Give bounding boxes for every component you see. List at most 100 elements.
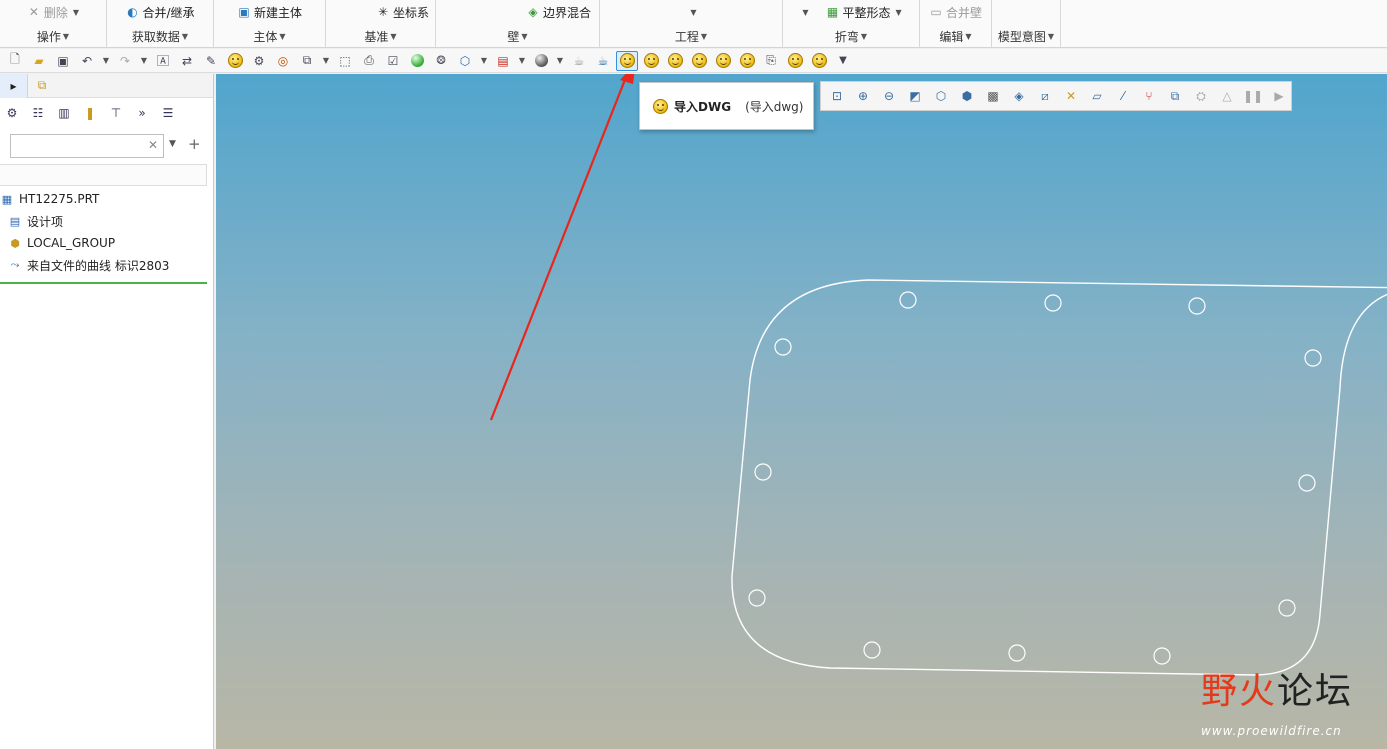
saved-views-button[interactable]: ⬢ [955, 84, 979, 108]
ribbon-group-label-datum[interactable]: 基准 ▼ [326, 26, 435, 46]
tree-search-input[interactable] [11, 135, 141, 157]
tool-teapot-blue[interactable]: ☕ [592, 51, 614, 71]
perspective-button[interactable]: ◈ [1007, 84, 1031, 108]
cube-dropdown[interactable]: ▼ [478, 51, 490, 71]
graphics-window[interactable]: ⊡ ⊕ ⊖ ◩ ⬡ ⬢ ▩ ◈ ⧄ ✕ ▱ ⁄ ⑂ ⧉ ⛭ △ ❚❚ ▶ [216, 74, 1387, 749]
custom-tool-8[interactable] [808, 51, 830, 71]
tool-gears[interactable]: ⚙ [248, 51, 270, 71]
more-button[interactable]: » [132, 103, 152, 123]
custom-tool-5[interactable] [712, 51, 734, 71]
redo-dropdown[interactable]: ▼ [138, 51, 150, 71]
smiley-icon [811, 53, 827, 68]
tab-model-tree[interactable]: ▸ [0, 73, 28, 98]
refit-button[interactable]: ⊡ [825, 84, 849, 108]
tool-layers[interactable]: ⬚ [334, 51, 356, 71]
datum-display-button[interactable]: ✕ [1059, 84, 1083, 108]
tool-cube[interactable]: ⬡ [454, 51, 476, 71]
tool-pdf[interactable]: ▤ [492, 51, 514, 71]
add-filter-button[interactable]: + [188, 135, 201, 153]
filter-button[interactable]: ⊤ [106, 103, 126, 123]
tree-item-curve-from-file[interactable]: ⤳ 来自文件的曲线 标识2803 [0, 254, 212, 276]
merge-walls-button[interactable]: ▭ 合并壁 [920, 0, 991, 24]
undo-button[interactable]: ↶ [76, 51, 98, 71]
section-button[interactable]: ⧄ [1033, 84, 1057, 108]
import-dwg-button[interactable] [616, 50, 638, 71]
ribbon-group-label-operations[interactable]: 操作 ▼ [0, 26, 106, 46]
custom-tool-2[interactable] [640, 51, 662, 71]
merge-inherit-button[interactable]: ◐ 合并/继承 [107, 0, 213, 24]
tool-teapot-gray[interactable]: ☕ [568, 51, 590, 71]
sketch-button[interactable]: ✎ [200, 51, 222, 71]
engineering-dropdown[interactable]: ▼ [600, 0, 782, 24]
pause-button[interactable]: ❚❚ [1241, 84, 1265, 108]
tool-target[interactable]: ◎ [272, 51, 294, 71]
windows-icon: ⧉ [302, 53, 312, 67]
coordinate-system-button[interactable]: ✳ 坐标系 [326, 0, 435, 24]
sphere-dropdown[interactable]: ▼ [554, 51, 566, 71]
redo-button[interactable]: ↷ [114, 51, 136, 71]
spin-center-button[interactable]: ⛭ [1189, 84, 1213, 108]
tool-check[interactable]: ☑ [382, 51, 404, 71]
tool-windows[interactable]: ⧉ [296, 51, 318, 71]
tree-item-part[interactable]: ▦ HT12275.PRT [0, 188, 212, 210]
windows-dropdown[interactable]: ▼ [320, 51, 332, 71]
new-file-button[interactable]: 🗋 [4, 51, 26, 71]
display-style-button[interactable]: ⬡ [929, 84, 953, 108]
point-display-button[interactable]: ⁄ [1111, 84, 1135, 108]
link-icon: ⨷ [436, 53, 446, 67]
ribbon-group-label-model-intent[interactable]: 模型意图 ▼ [992, 26, 1060, 46]
custom-tool-7[interactable] [784, 51, 806, 71]
hole-circle [1298, 474, 1316, 492]
ribbon-group-label-body[interactable]: 主体 ▼ [214, 26, 325, 46]
tree-icon: ▸ [10, 78, 17, 93]
ribbon-group-label-wall[interactable]: 壁 ▼ [436, 26, 599, 46]
tree-columns-button[interactable]: ☷ [28, 103, 48, 123]
insert-here-indicator[interactable] [0, 282, 207, 284]
tab-layers[interactable]: ⧉ [28, 74, 56, 98]
search-dropdown[interactable]: ▼ [169, 139, 176, 149]
zoom-out-button[interactable]: ⊖ [877, 84, 901, 108]
custom-tool-1[interactable] [224, 51, 246, 71]
settings-button[interactable]: ⚙ [2, 103, 22, 123]
pdf-dropdown[interactable]: ▼ [516, 51, 528, 71]
ribbon-group-label-engineering[interactable]: 工程 ▼ [600, 26, 782, 46]
tool-link[interactable]: ⨷ [430, 51, 452, 71]
ribbon-group-label-get-data[interactable]: 获取数据 ▼ [107, 26, 213, 46]
tool-green-ball[interactable] [406, 51, 428, 71]
regenerate-button[interactable]: ⇄ [176, 51, 198, 71]
tree-columns-icon: ☷ [32, 106, 44, 120]
custom-tool-4[interactable] [688, 51, 710, 71]
custom-tool-3[interactable] [664, 51, 686, 71]
delete-button[interactable]: ✕ 删除 ▼ [0, 0, 106, 24]
tool-export[interactable]: ⎘ [760, 51, 782, 71]
flat-state-button[interactable]: ▼ ▦ 平整形态 ▼ [783, 0, 919, 24]
annotation-display-icon: ⧉ [1170, 88, 1180, 103]
tool-sphere[interactable] [530, 51, 552, 71]
clear-icon[interactable]: ✕ [148, 138, 158, 152]
new-body-button[interactable]: ▣ 新建主体 [214, 0, 325, 24]
tree-table-button[interactable]: ▥ [54, 103, 74, 123]
tool-print[interactable]: ⎙ [358, 51, 380, 71]
repaint-button[interactable]: ◩ [903, 84, 927, 108]
annotation-display-button[interactable]: ⧉ [1163, 84, 1187, 108]
csys-display-button[interactable]: ⑂ [1137, 84, 1161, 108]
plane-display-button[interactable]: ▱ [1085, 84, 1109, 108]
tree-item-local-group[interactable]: ⬢ LOCAL_GROUP [0, 232, 212, 254]
custom-tool-6[interactable] [736, 51, 758, 71]
open-button[interactable]: ▰ [28, 51, 50, 71]
ribbon-group-label-bend[interactable]: 折弯 ▼ [783, 26, 919, 46]
zoom-in-button[interactable]: ⊕ [851, 84, 875, 108]
list-button[interactable]: ☰ [158, 103, 178, 123]
customize-toolbar-button[interactable]: ▼ [832, 51, 854, 71]
boundary-blend-button[interactable]: ◈ 边界混合 [436, 0, 599, 24]
view-manager-button[interactable]: ▩ [981, 84, 1005, 108]
annotation-button[interactable]: 🄰 [152, 51, 174, 71]
undo-dropdown[interactable]: ▼ [100, 51, 112, 71]
show-button[interactable]: ❚ [80, 103, 100, 123]
appearance-button[interactable]: △ [1215, 84, 1239, 108]
save-button[interactable]: ▣ [52, 51, 74, 71]
tree-item-design-items[interactable]: ▤ 设计项 [0, 210, 212, 232]
cube-icon: ⬡ [459, 53, 471, 68]
ribbon-group-label-edit[interactable]: 编辑 ▼ [920, 26, 991, 46]
next-button[interactable]: ▶ [1267, 84, 1291, 108]
